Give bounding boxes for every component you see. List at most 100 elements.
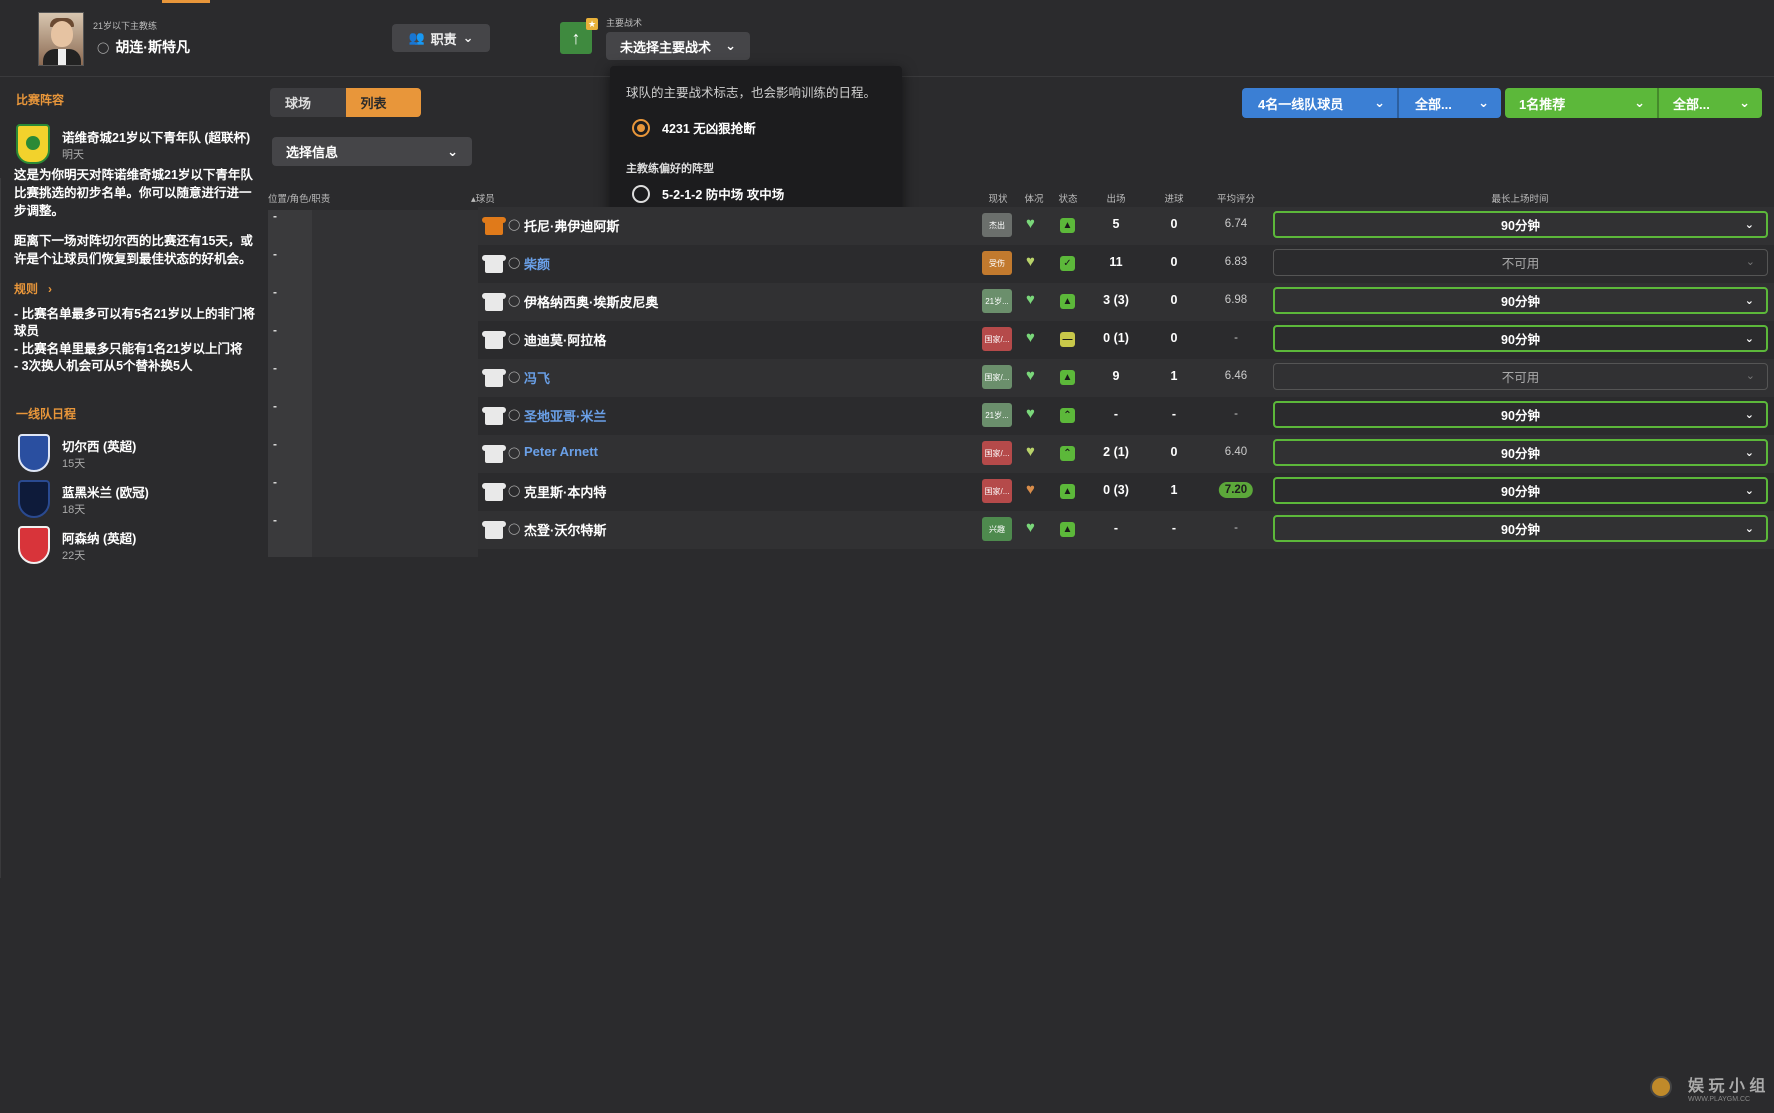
tactic-option-label: 5-2-1-2 防中场 攻中场: [662, 188, 785, 202]
avg-rating-value: -: [1234, 522, 1238, 534]
tactic-board-icon[interactable]: ↑ ★: [560, 18, 598, 54]
player-name[interactable]: 克里斯·本内特: [524, 482, 606, 501]
person-icon: ◯: [97, 41, 110, 54]
position-slot[interactable]: -: [273, 323, 277, 337]
tactic-option-4231[interactable]: 4231 无凶狠抢断: [632, 118, 756, 137]
section-schedule-title: 一线队日程: [16, 407, 77, 421]
coach-avatar[interactable]: [38, 12, 84, 66]
norwich-crest-icon[interactable]: [16, 124, 50, 164]
col-header-position[interactable]: 位置/角色/职责: [268, 191, 330, 205]
first-team-players-button[interactable]: 4名一线队球员 ⌄: [1242, 88, 1397, 118]
radio-empty-icon[interactable]: [632, 184, 650, 203]
arsenal-crest-icon[interactable]: [18, 526, 50, 564]
position-slot[interactable]: -: [273, 437, 277, 451]
status-badge[interactable]: 国家/...: [982, 441, 1012, 465]
player-name[interactable]: 杰登·沃尔特斯: [524, 520, 606, 539]
condition-heart-icon: ♥: [1026, 291, 1035, 308]
position-slot[interactable]: -: [273, 475, 277, 489]
first-team-all-label: 全部...: [1415, 96, 1452, 112]
col-header-goals[interactable]: 进球: [1164, 191, 1183, 205]
player-name[interactable]: Peter Arnett: [524, 444, 598, 459]
form-icon: —: [1060, 332, 1075, 347]
schedule-item-name[interactable]: 切尔西 (英超): [62, 436, 136, 455]
position-slot[interactable]: -: [273, 399, 277, 413]
status-badge[interactable]: 杰出: [982, 213, 1012, 237]
apps-value: 3 (3): [1103, 293, 1129, 307]
max-minutes-dropdown[interactable]: 90分钟 ⌄: [1273, 515, 1768, 542]
position-slot[interactable]: -: [273, 247, 277, 261]
chevron-down-icon: ⌄: [1744, 485, 1754, 497]
col-header-status[interactable]: 现状: [988, 191, 1007, 205]
condition-heart-icon: ♥: [1026, 215, 1035, 232]
recommended-button[interactable]: 1名推荐 ⌄: [1505, 88, 1657, 118]
shirt-icon: [482, 521, 506, 539]
schedule-item-days: 15天: [62, 458, 86, 470]
player-name[interactable]: 冯飞: [524, 368, 550, 387]
status-badge[interactable]: 国家/...: [982, 327, 1012, 351]
goals-value: 0: [1170, 331, 1178, 345]
avg-rating-value: -: [1234, 332, 1238, 344]
status-badge[interactable]: 21岁...: [982, 289, 1012, 313]
duty-button[interactable]: 👥 职责 ⌄: [392, 24, 490, 52]
schedule-item-name[interactable]: 蓝黑米兰 (欧冠): [62, 482, 149, 501]
view-toggle: 球场 列表: [270, 88, 421, 117]
tactic-option-label: 4231 无凶狠抢断: [662, 122, 756, 136]
position-slot[interactable]: -: [273, 285, 277, 299]
player-name[interactable]: 伊格纳西奥·埃斯皮尼奥: [524, 292, 658, 311]
tab-pitch[interactable]: 球场: [270, 88, 346, 117]
radio-selected-icon[interactable]: [632, 118, 650, 137]
max-minutes-dropdown[interactable]: 90分钟 ⌄: [1273, 287, 1768, 314]
max-minutes-value: 90分钟: [1501, 295, 1540, 309]
col-header-form[interactable]: 状态: [1058, 191, 1077, 205]
first-team-all-dropdown[interactable]: 全部... ⌄: [1397, 88, 1501, 118]
position-slot[interactable]: -: [273, 209, 277, 223]
chevron-down-icon: ⌄: [1744, 295, 1754, 307]
apps-value: 2 (1): [1103, 445, 1129, 459]
position-slot[interactable]: -: [273, 361, 277, 375]
match-title[interactable]: 诺维奇城21岁以下青年队 (超联杯): [62, 127, 250, 146]
max-minutes-dropdown[interactable]: 90分钟 ⌄: [1273, 439, 1768, 466]
tactic-option-5212[interactable]: 5-2-1-2 防中场 攻中场: [632, 184, 784, 203]
watermark: 娱 玩 小 组 WWW.PLAYGM.CC: [1688, 1072, 1765, 1103]
chelsea-crest-icon[interactable]: [18, 434, 50, 472]
col-header-condition[interactable]: 体况: [1024, 191, 1043, 205]
col-header-player[interactable]: ▴球员: [471, 191, 495, 205]
watermark-url: WWW.PLAYGM.CC: [1688, 1096, 1751, 1103]
status-badge[interactable]: 受伤: [982, 251, 1012, 275]
status-badge[interactable]: 国家/...: [982, 479, 1012, 503]
schedule-item-name[interactable]: 阿森纳 (英超): [62, 528, 136, 547]
inter-crest-icon[interactable]: [18, 480, 50, 518]
max-minutes-dropdown[interactable]: 90分钟 ⌄: [1273, 325, 1768, 352]
chevron-down-icon: ⌄: [447, 143, 458, 159]
player-name[interactable]: 托尼·弗伊迪阿斯: [524, 216, 619, 235]
tab-list[interactable]: 列表: [345, 88, 421, 117]
max-minutes-dropdown[interactable]: 90分钟 ⌄: [1273, 401, 1768, 428]
tactic-select[interactable]: 未选择主要战术 ⌄: [606, 32, 750, 60]
chevron-down-icon: ⌄: [1745, 256, 1755, 268]
col-header-avg-rating[interactable]: 平均评分: [1217, 191, 1255, 205]
avg-rating-value: 7.20: [1218, 482, 1254, 498]
max-minutes-dropdown[interactable]: 不可用 ⌄: [1273, 249, 1768, 276]
match-when: 明天: [62, 149, 84, 161]
max-minutes-dropdown[interactable]: 90分钟 ⌄: [1273, 211, 1768, 238]
position-slot[interactable]: -: [273, 513, 277, 527]
avg-rating-value: 6.40: [1224, 446, 1248, 458]
col-header-apps[interactable]: 出场: [1106, 191, 1125, 205]
schedule-item-days: 22天: [62, 550, 86, 562]
col-header-max-minutes[interactable]: 最长上场时间: [1491, 191, 1548, 205]
status-badge[interactable]: 21岁...: [982, 403, 1012, 427]
player-name[interactable]: 迪迪莫·阿拉格: [524, 330, 606, 349]
coach-name-link[interactable]: ◯ 胡连·斯特凡: [97, 37, 190, 57]
person-icon: ◯: [508, 295, 521, 307]
player-name[interactable]: 柴颜: [524, 254, 550, 273]
recommended-all-dropdown[interactable]: 全部... ⌄: [1657, 88, 1762, 118]
status-badge[interactable]: 国家/...: [982, 365, 1012, 389]
chevron-down-icon: ⌄: [1739, 95, 1750, 110]
max-minutes-value: 90分钟: [1501, 333, 1540, 347]
max-minutes-dropdown[interactable]: 90分钟 ⌄: [1273, 477, 1768, 504]
status-badge[interactable]: 兴趣: [982, 517, 1012, 541]
max-minutes-dropdown[interactable]: 不可用 ⌄: [1273, 363, 1768, 390]
rules-link[interactable]: 规则 ›: [14, 280, 52, 297]
player-name[interactable]: 圣地亚哥·米兰: [524, 406, 606, 425]
select-info-dropdown[interactable]: 选择信息 ⌄: [272, 137, 472, 166]
